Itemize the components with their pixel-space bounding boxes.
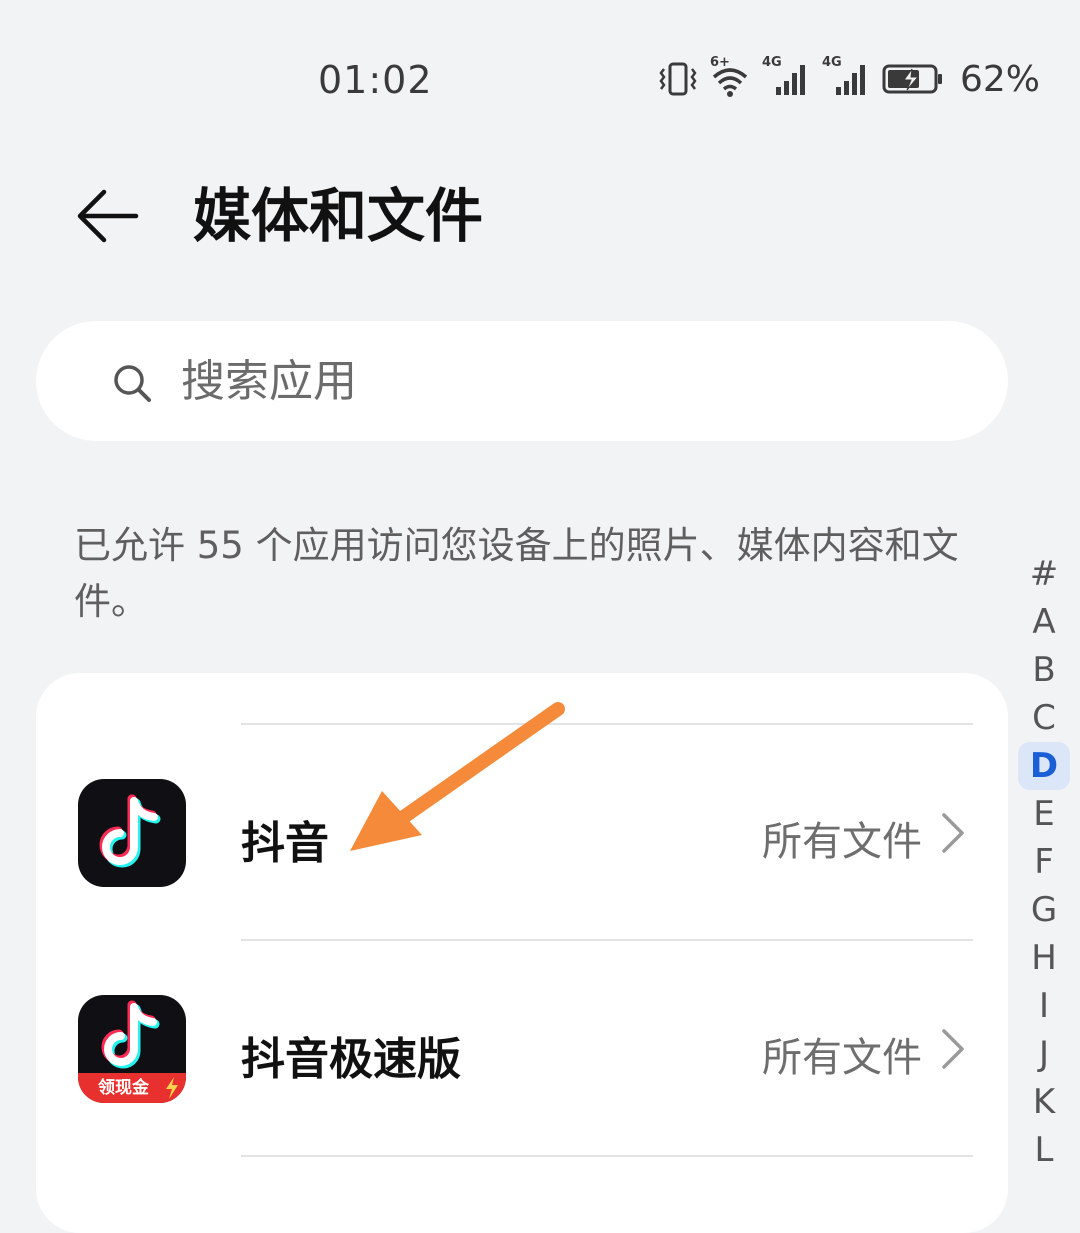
wifi-icon: 6+ xyxy=(708,55,752,99)
index-letter[interactable]: C xyxy=(1018,694,1070,742)
status-bar: 01:02 6+ 4G 4G 62% xyxy=(0,0,1080,160)
index-letter[interactable]: L xyxy=(1018,1126,1070,1174)
app-list-card: 抖音 所有文件 领现金 抖音极速版 所有文件 xyxy=(36,673,1008,1233)
signal-icon-2: 4G xyxy=(822,55,872,99)
index-letter[interactable]: E xyxy=(1018,790,1070,838)
network-type-1: 4G xyxy=(761,55,782,70)
signal-icon-1: 4G xyxy=(762,55,812,99)
permission-description: 已允许 55 个应用访问您设备上的照片、媒体内容和文件。 xyxy=(74,524,959,623)
app-badge-text: 领现金 xyxy=(98,1078,149,1098)
divider xyxy=(241,1155,973,1157)
index-letter[interactable]: D xyxy=(1018,742,1070,790)
index-letter[interactable]: # xyxy=(1018,550,1070,598)
page-title: 媒体和文件 xyxy=(193,182,484,250)
app-badge: 领现金 xyxy=(78,1073,186,1103)
index-letter[interactable]: H xyxy=(1018,934,1070,982)
back-arrow-icon xyxy=(77,189,139,243)
battery-level: 62% xyxy=(959,58,1040,100)
index-letter[interactable]: B xyxy=(1018,646,1070,694)
lightning-icon xyxy=(166,1077,178,1099)
wifi-badge: 6+ xyxy=(709,55,730,70)
index-letter[interactable]: I xyxy=(1018,982,1070,1030)
app-row-douyin-lite[interactable]: 领现金 抖音极速版 所有文件 xyxy=(36,941,1008,1157)
app-name: 抖音极速版 xyxy=(241,1034,461,1085)
alphabet-index-bar[interactable]: # A B C D E F G H I J K L xyxy=(1018,550,1070,1174)
index-letter[interactable]: J xyxy=(1018,1030,1070,1078)
search-icon xyxy=(114,365,151,402)
index-letter[interactable]: G xyxy=(1018,886,1070,934)
network-type-2: 4G xyxy=(821,55,842,70)
douyin-lite-icon: 领现金 xyxy=(78,995,186,1103)
app-permission-status: 所有文件 xyxy=(762,1035,922,1081)
battery-charging-icon xyxy=(882,64,942,94)
douyin-icon xyxy=(78,779,186,887)
index-letter[interactable]: A xyxy=(1018,598,1070,646)
index-letter[interactable]: K xyxy=(1018,1078,1070,1126)
search-bar[interactable] xyxy=(36,321,1008,441)
app-permission-status: 所有文件 xyxy=(762,819,922,865)
status-time: 01:02 xyxy=(318,58,433,102)
status-icons: 6+ 4G 4G 62% xyxy=(658,55,1040,100)
vibrate-icon xyxy=(659,62,697,96)
chevron-right-icon xyxy=(942,813,964,853)
back-button[interactable] xyxy=(72,180,144,252)
app-name: 抖音 xyxy=(241,818,329,869)
app-row-douyin[interactable]: 抖音 所有文件 xyxy=(36,725,1008,941)
index-letter[interactable]: F xyxy=(1018,838,1070,886)
search-input[interactable] xyxy=(181,321,941,441)
chevron-right-icon xyxy=(942,1029,964,1069)
